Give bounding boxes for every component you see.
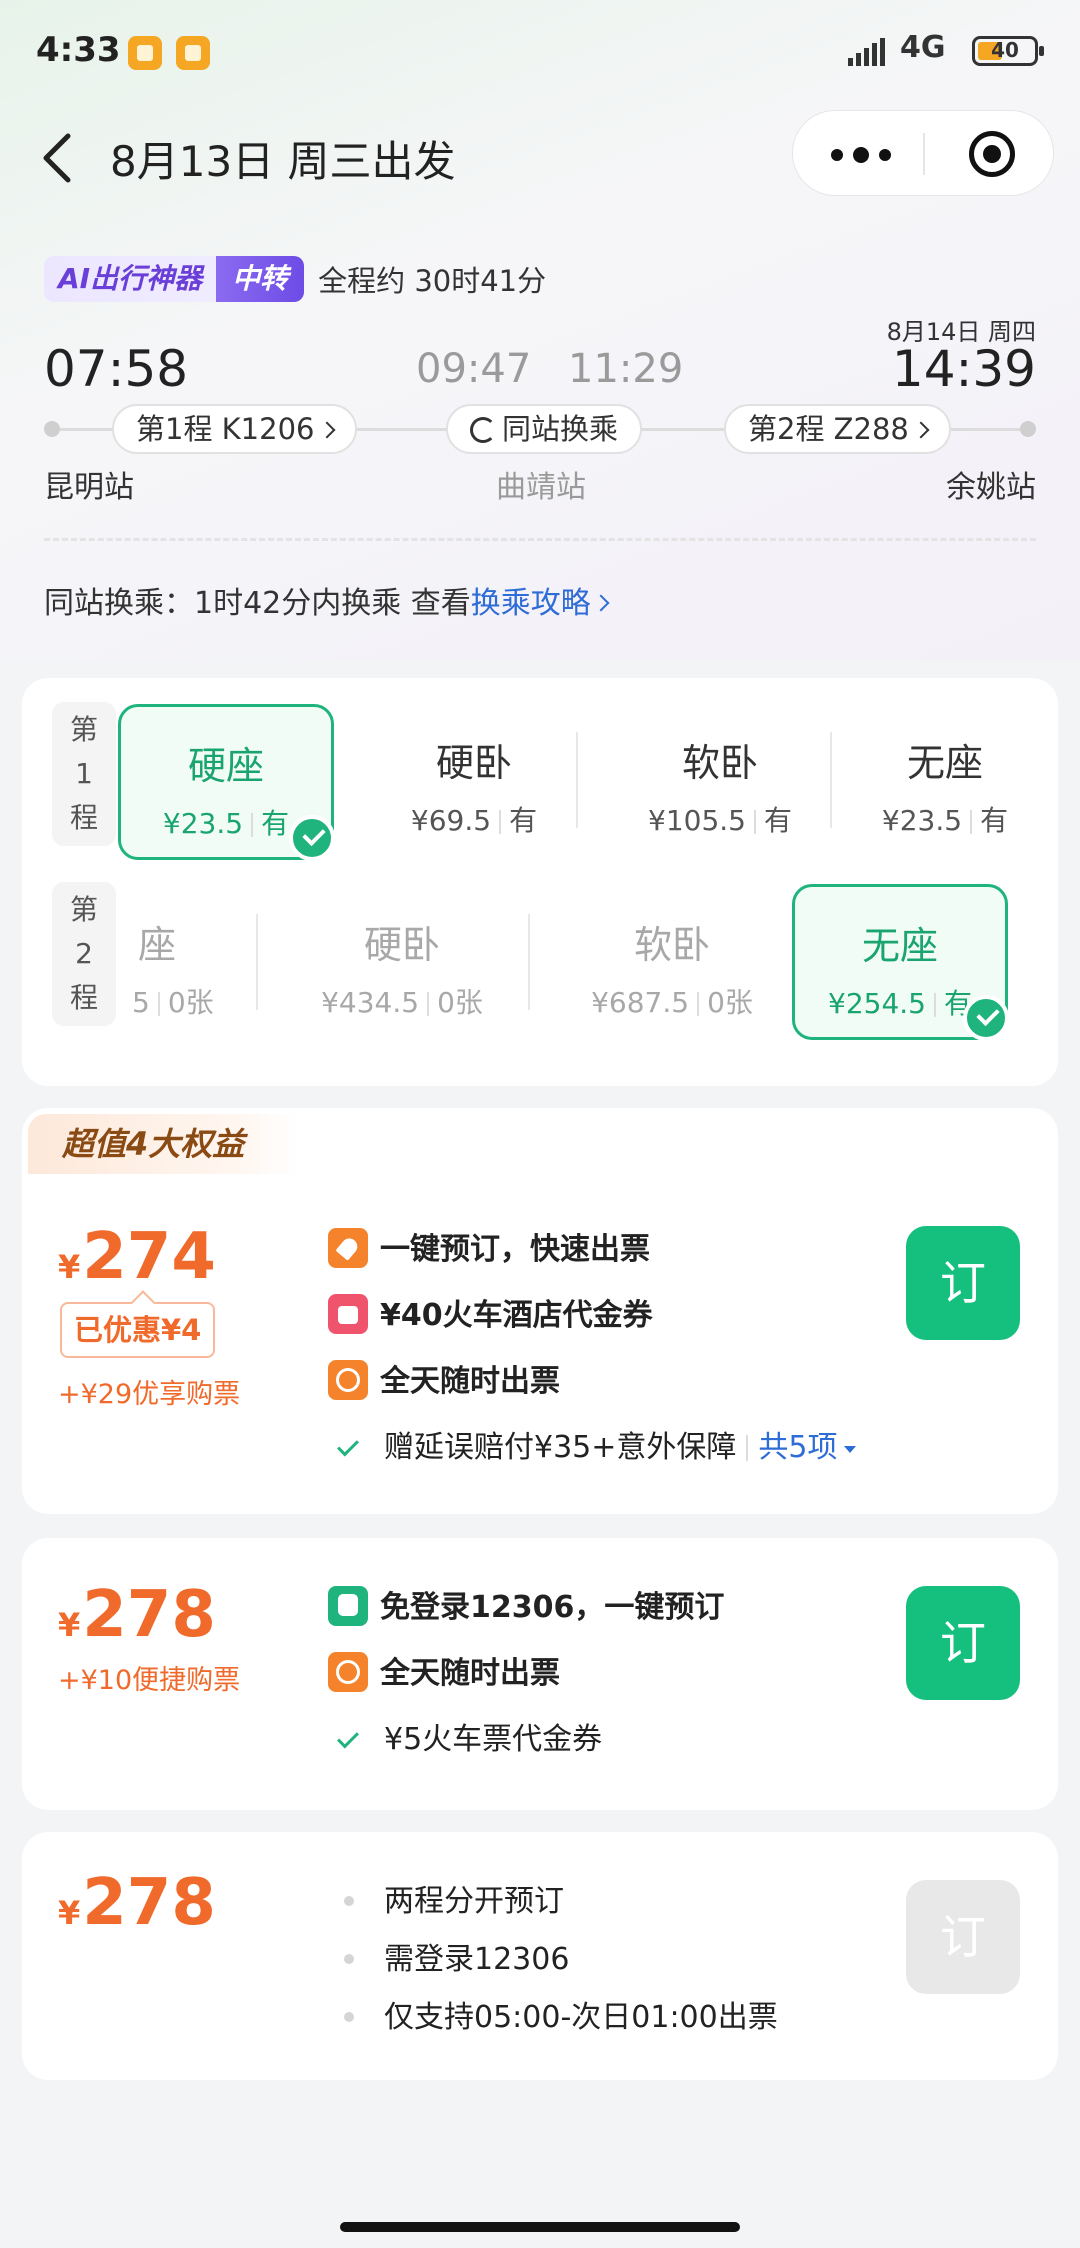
transfer-info-text: 同站换乘：1时42分内换乘 查看 <box>44 586 471 621</box>
discount-badge: 已优惠¥4 <box>60 1302 216 1358</box>
signal-icon <box>848 36 888 66</box>
route-start-dot <box>44 421 60 437</box>
offer-card-separate: ¥278 两程分开预订 需登录12306 仅支持05:00-次日01:00出票 … <box>22 1832 1058 2080</box>
seat-option-leg2-no-seat[interactable]: 无座 ¥254.5 有 <box>792 884 1009 1041</box>
check-icon <box>337 1726 359 1749</box>
divider <box>528 914 530 1010</box>
seat-option-leg2-hard-sleeper[interactable]: 硬卧 ¥434.5 0张 <box>282 886 522 1042</box>
arrive-station: 余姚站 <box>946 470 1036 505</box>
leg2-train-label: 第2程 Z288 <box>748 412 909 446</box>
divider <box>830 732 832 828</box>
chevron-right-icon <box>318 421 335 439</box>
more-benefits-link[interactable]: 共5项 <box>758 1430 837 1465</box>
route-end-dot <box>1020 421 1036 437</box>
bottom-area <box>0 2180 1080 2248</box>
page-title: 8月13日 周三出发 <box>110 137 456 186</box>
ai-tag: AI出行神器 <box>44 256 217 302</box>
status-time: 4:33 <box>36 30 121 70</box>
offer-price: ¥278 <box>58 1578 216 1652</box>
transfer-button[interactable]: 同站换乘 <box>446 404 643 454</box>
clock-icon <box>328 1652 368 1692</box>
miniprogram-capsule <box>792 110 1054 196</box>
seat-selection-card: 第1程 第2程 硬座 ¥23.5 有 硬卧 ¥69.5 有 软卧 ¥105.5 有 无… <box>22 678 1058 1086</box>
mid-station: 曲靖站 <box>496 470 586 505</box>
clock-icon <box>328 1360 368 1400</box>
feature-item: 两程分开预订 <box>328 1876 564 1920</box>
feature-item: 一键预订，快速出票 <box>328 1224 650 1268</box>
book-button-disabled[interactable]: 订 <box>906 1880 1020 1994</box>
feature-item: 全天随时出票 <box>328 1356 560 1400</box>
transfer-label: 同站换乘 <box>502 412 619 446</box>
transfer-tag: 中转 <box>216 256 305 302</box>
battery-icon: 40 <box>972 36 1044 66</box>
ai-badge: AI出行神器 中转 全程约 30时41分 <box>44 256 546 302</box>
offer-sub-price: +¥29优享购票 <box>58 1379 241 1410</box>
check-icon <box>963 995 1009 1041</box>
arrive-time: 14:39 <box>891 340 1036 398</box>
feature-extra: ¥5火车票代金券 <box>328 1714 602 1758</box>
divider <box>44 538 1036 541</box>
offer-card-convenient: ¥278 +¥10便捷购票 免登录12306，一键预订 全天随时出票 ¥5火车票… <box>22 1538 1058 1810</box>
status-bar: 4:33 4G 40 <box>0 0 1080 100</box>
feature-item: 需登录12306 <box>328 1934 569 1978</box>
seat-option-leg1-hard-sleeper[interactable]: 硬卧 ¥69.5 有 <box>366 704 582 860</box>
book-button[interactable]: 订 <box>906 1226 1020 1340</box>
bullet-icon <box>344 1896 354 1906</box>
notification-icon <box>128 36 162 70</box>
seat-option-leg2-seat[interactable]: 座 5 0张 <box>118 886 258 1042</box>
network-type: 4G <box>900 30 946 65</box>
feature-item: 全天随时出票 <box>328 1648 560 1692</box>
back-arrow-icon[interactable] <box>38 130 78 186</box>
chevron-right-icon <box>912 421 930 439</box>
chevron-right-icon <box>592 594 610 612</box>
offer-price: ¥278 <box>58 1866 216 1940</box>
caret-down-icon <box>843 1446 856 1453</box>
leg1-train-button[interactable]: 第1程 K1206 <box>112 404 357 454</box>
bullet-icon <box>344 2012 354 2022</box>
journey-summary: AI出行神器 中转 全程约 30时41分 07:58 09:47 11:29 8… <box>0 236 1080 656</box>
train-icon <box>328 1586 368 1626</box>
divider <box>576 732 578 828</box>
more-icon[interactable] <box>831 111 931 197</box>
leg1-label: 第1程 <box>52 702 116 846</box>
divider <box>256 914 258 1010</box>
leg2-label: 第2程 <box>52 882 116 1026</box>
feature-item: 仅支持05:00-次日01:00出票 <box>328 1992 778 2036</box>
mid-depart-time: 11:29 <box>568 346 684 392</box>
transfer-guide-link[interactable]: 换乘攻略 <box>471 586 591 621</box>
refresh-icon <box>470 417 496 443</box>
seat-option-leg1-no-seat[interactable]: 无座 ¥23.5 有 <box>840 704 1050 860</box>
book-button[interactable]: 订 <box>906 1586 1020 1700</box>
feature-item: ¥40火车酒店代金券 <box>328 1290 653 1334</box>
battery-level: 40 <box>991 38 1019 62</box>
mid-arrive-time: 09:47 <box>416 346 532 392</box>
bullet-icon <box>344 1954 354 1964</box>
feature-extra: 赠延误赔付¥35+意外保障 共5项 <box>328 1422 856 1466</box>
notification-icon <box>176 36 210 70</box>
home-indicator[interactable] <box>340 2222 740 2232</box>
leg1-train-label: 第1程 K1206 <box>136 412 315 446</box>
total-duration: 全程约 30时41分 <box>318 264 547 298</box>
rocket-icon <box>328 1228 368 1268</box>
offer-sub-price: +¥10便捷购票 <box>58 1665 241 1696</box>
seat-option-leg1-hard-seat[interactable]: 硬座 ¥23.5 有 <box>118 704 335 861</box>
seat-option-leg2-soft-sleeper[interactable]: 软卧 ¥687.5 0张 <box>552 886 792 1042</box>
gift-icon <box>328 1294 368 1334</box>
close-target-icon[interactable] <box>969 131 1015 177</box>
feature-item: 免登录12306，一键预订 <box>328 1582 724 1626</box>
depart-station: 昆明站 <box>44 470 134 505</box>
check-icon <box>337 1434 359 1457</box>
depart-time: 07:58 <box>44 340 189 398</box>
transfer-info: 同站换乘：1时42分内换乘 查看换乘攻略 <box>44 578 610 622</box>
check-icon <box>289 815 335 861</box>
offer-price: ¥274 <box>58 1220 216 1294</box>
seat-option-leg1-soft-sleeper[interactable]: 软卧 ¥105.5 有 <box>612 704 828 860</box>
rights-tag: 超值4大权益 <box>28 1114 298 1174</box>
leg2-train-button[interactable]: 第2程 Z288 <box>724 404 951 454</box>
offer-card-premium: 超值4大权益 ¥274 已优惠¥4 +¥29优享购票 一键预订，快速出票 ¥40… <box>22 1108 1058 1514</box>
